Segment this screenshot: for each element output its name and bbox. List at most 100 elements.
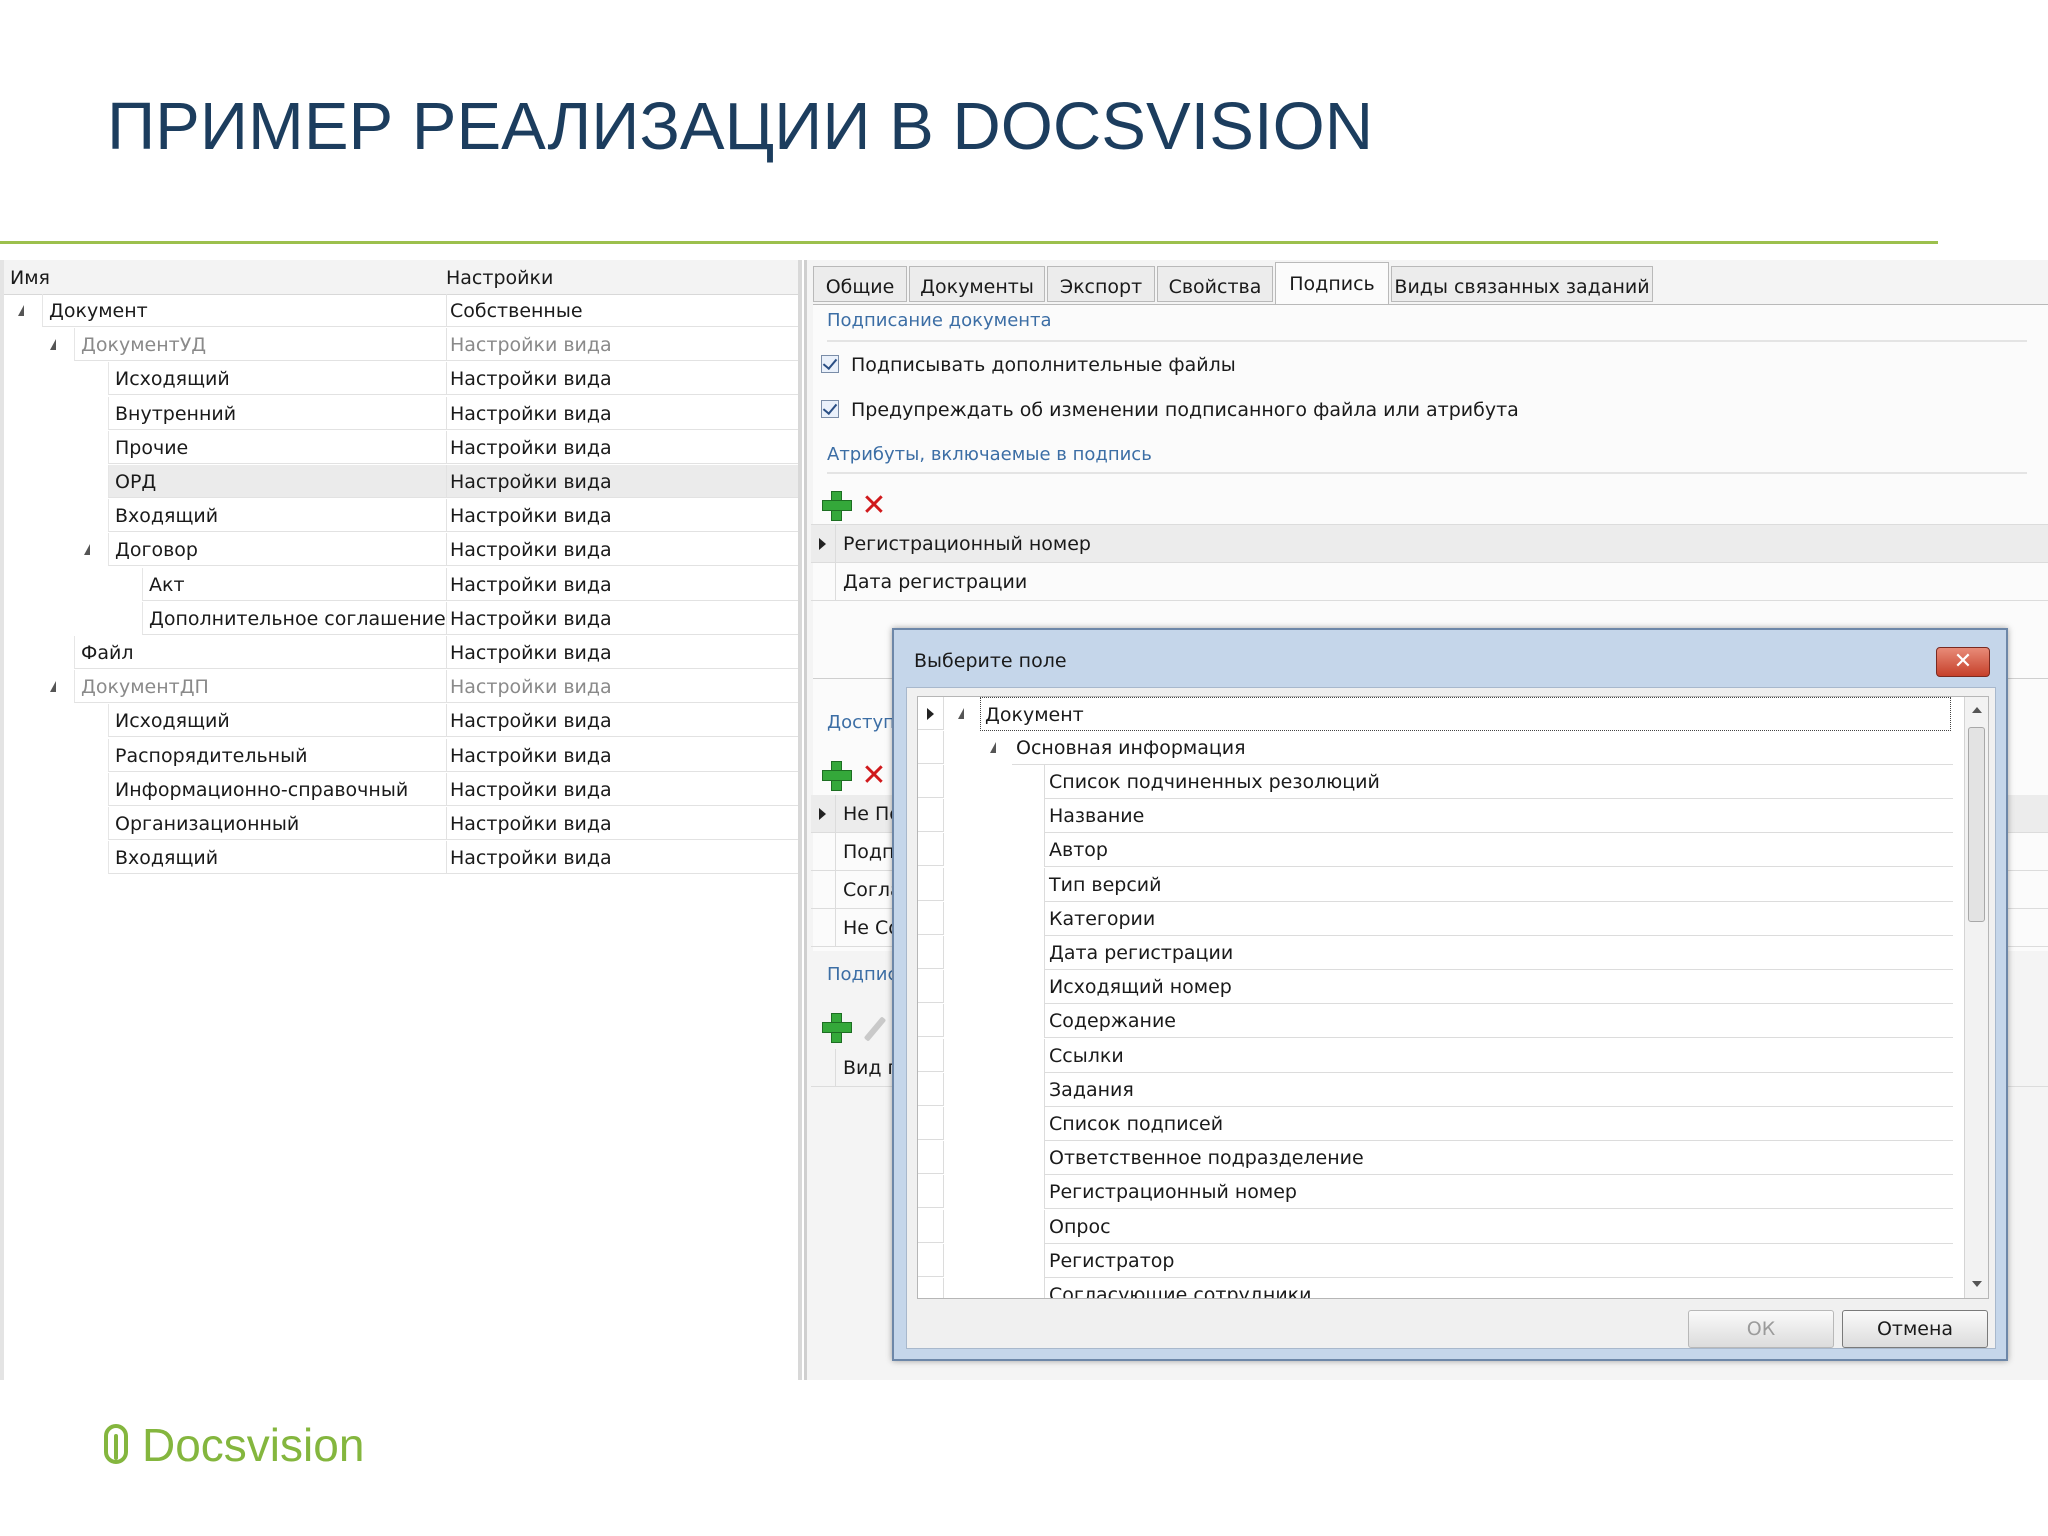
tree-node-field[interactable]: Регистратор bbox=[918, 1243, 1953, 1278]
field-label: Регистрационный номер bbox=[1044, 1175, 1953, 1210]
tree-node-field[interactable]: Ответственное подразделение bbox=[918, 1141, 1953, 1176]
tree-row[interactable]: Информационно-справочный Настройки вида bbox=[4, 772, 798, 807]
tree-row-settings: Настройки вида bbox=[446, 670, 798, 704]
scroll-thumb[interactable] bbox=[1968, 727, 1985, 922]
tree-node-field[interactable]: Список подписей bbox=[918, 1107, 1953, 1141]
tree-node-field[interactable]: Опрос bbox=[918, 1209, 1953, 1244]
tree-row-settings: Настройки вида bbox=[446, 772, 798, 806]
tree-row[interactable]: Прочие Настройки вида bbox=[4, 430, 798, 465]
tree-row-name: ДокументДП bbox=[74, 670, 446, 704]
column-header-name[interactable]: Имя bbox=[10, 267, 50, 289]
tab-linked-task-types[interactable]: Виды связанных заданий bbox=[1391, 266, 1653, 302]
warn-changes-checkbox[interactable] bbox=[821, 400, 839, 418]
tree-node-field[interactable]: Регистрационный номер bbox=[918, 1175, 1953, 1210]
delete-access-icon[interactable]: ✕ bbox=[861, 761, 887, 791]
field-tree: Документ Основная информация Список подч… bbox=[917, 696, 1989, 1299]
tree-node-group[interactable]: Основная информация bbox=[918, 731, 1953, 765]
close-button[interactable]: ✕ bbox=[1936, 647, 1990, 677]
tab-general[interactable]: Общие bbox=[813, 266, 907, 302]
dialog-scrollbar[interactable] bbox=[1964, 697, 1988, 1298]
tree-node-label: Основная информация bbox=[1012, 731, 1953, 765]
attribute-name: Дата регистрации bbox=[843, 571, 1028, 593]
tree-row-name: Распорядительный bbox=[108, 738, 446, 772]
tree-row-settings: Настройки вида bbox=[446, 362, 798, 396]
tree-row-name: Входящий bbox=[108, 841, 446, 875]
warn-changes-label: Предупреждать об изменении подписанного … bbox=[851, 399, 1519, 421]
row-pointer-icon bbox=[819, 538, 826, 550]
field-label: Название bbox=[1044, 799, 1953, 834]
delete-attribute-icon[interactable]: ✕ bbox=[861, 491, 887, 521]
tree-row[interactable]: Входящий Настройки вида bbox=[4, 841, 798, 875]
tree-node-field[interactable]: Автор bbox=[918, 833, 1953, 868]
field-label: Содержание bbox=[1044, 1004, 1953, 1039]
tree-row[interactable]: Файл Настройки вида bbox=[4, 636, 798, 670]
field-label: Ссылки bbox=[1044, 1038, 1953, 1073]
add-access-icon[interactable] bbox=[821, 760, 852, 791]
field-label: Опрос bbox=[1044, 1209, 1953, 1244]
dialog-body: Документ Основная информация Список подч… bbox=[906, 687, 1996, 1349]
document-types-tree: Имя Настройки Документ Собственные Докумен… bbox=[0, 260, 802, 1380]
tree-row-settings: Настройки вида bbox=[446, 533, 798, 567]
tree-node-field[interactable]: Тип версий bbox=[918, 867, 1953, 902]
tree-node-field[interactable]: Дата регистрации bbox=[918, 936, 1953, 970]
tree-node-field[interactable]: Исходящий номер bbox=[918, 970, 1953, 1005]
expand-icon[interactable] bbox=[18, 305, 24, 316]
signing-section-title: Подписание документа bbox=[827, 310, 1052, 331]
field-label: Тип версий bbox=[1044, 867, 1953, 902]
tree-row-name: Документ bbox=[42, 294, 446, 327]
add-attribute-icon[interactable] bbox=[821, 490, 852, 521]
tree-row[interactable]: Входящий Настройки вида bbox=[4, 499, 798, 533]
expand-icon[interactable] bbox=[990, 742, 996, 753]
tree-node-field[interactable]: Содержание bbox=[918, 1004, 1953, 1039]
field-label: Автор bbox=[1044, 833, 1953, 868]
tree-row-settings: Настройки вида bbox=[446, 841, 798, 875]
tree-row[interactable]: Документ Собственные bbox=[4, 294, 798, 328]
row-pointer-icon bbox=[927, 708, 934, 720]
tree-row-settings: Настройки вида bbox=[446, 499, 798, 533]
tab-signature[interactable]: Подпись bbox=[1275, 262, 1389, 304]
tree-row-name: Входящий bbox=[108, 499, 446, 533]
tree-row[interactable]: ДокументУД Настройки вида bbox=[4, 328, 798, 362]
edit-pencil-icon[interactable] bbox=[863, 1016, 887, 1042]
tab-documents[interactable]: Документы bbox=[909, 266, 1045, 302]
tree-node-field[interactable]: Список подчиненных резолюций bbox=[918, 765, 1953, 799]
expand-icon[interactable] bbox=[958, 708, 964, 719]
expand-icon[interactable] bbox=[50, 339, 56, 351]
tree-node-field[interactable]: Задания bbox=[918, 1072, 1953, 1107]
tree-node-document[interactable]: Документ bbox=[918, 697, 1953, 731]
cancel-button[interactable]: Отмена bbox=[1842, 1310, 1988, 1348]
expand-icon[interactable] bbox=[50, 681, 56, 693]
tree-row-name: Договор bbox=[108, 533, 446, 567]
tree-node-field[interactable]: Ссылки bbox=[918, 1038, 1953, 1073]
ok-button[interactable]: ОК bbox=[1688, 1310, 1834, 1348]
tab-properties[interactable]: Свойства bbox=[1157, 266, 1273, 302]
tree-node-field[interactable]: Название bbox=[918, 799, 1953, 834]
column-header-settings[interactable]: Настройки bbox=[446, 267, 553, 289]
field-label: Задания bbox=[1044, 1072, 1953, 1107]
tab-export[interactable]: Экспорт bbox=[1047, 266, 1155, 302]
tree-row[interactable]: Договор Настройки вида bbox=[4, 533, 798, 567]
tree-row[interactable]: Исходящий Настройки вида bbox=[4, 362, 798, 396]
tree-node-field[interactable]: Согласующие сотрудники bbox=[918, 1278, 1953, 1298]
expand-icon[interactable] bbox=[84, 544, 90, 556]
tree-row[interactable]: ОРД Настройки вида bbox=[4, 465, 798, 499]
paperclip-icon bbox=[104, 1424, 128, 1464]
scroll-down-icon[interactable] bbox=[1972, 1281, 1982, 1287]
tree-row[interactable]: Дополнительное соглашение Настройки вида bbox=[4, 601, 798, 636]
tree-node-label: Документ bbox=[980, 697, 1951, 731]
tree-row[interactable]: Внутренний Настройки вида bbox=[4, 396, 798, 431]
tree-node-field[interactable]: Категории bbox=[918, 901, 1953, 936]
add-sign-icon[interactable] bbox=[821, 1012, 852, 1043]
tree-row-name: Прочие bbox=[108, 430, 446, 464]
tree-row[interactable]: Исходящий Настройки вида bbox=[4, 704, 798, 738]
tree-row[interactable]: Распорядительный Настройки вида bbox=[4, 738, 798, 773]
attribute-row[interactable]: Дата регистрации bbox=[811, 563, 2048, 601]
tree-row[interactable]: Акт Настройки вида bbox=[4, 567, 798, 602]
sign-extra-files-checkbox[interactable] bbox=[821, 355, 839, 373]
field-label: Согласующие сотрудники bbox=[1044, 1278, 1953, 1298]
tree-row[interactable]: ДокументДП Настройки вида bbox=[4, 670, 798, 704]
scroll-up-icon[interactable] bbox=[1972, 707, 1982, 713]
field-label: Список подчиненных резолюций bbox=[1044, 765, 1953, 799]
attribute-row[interactable]: Регистрационный номер bbox=[811, 525, 2048, 563]
tree-row[interactable]: Организационный Настройки вида bbox=[4, 807, 798, 841]
